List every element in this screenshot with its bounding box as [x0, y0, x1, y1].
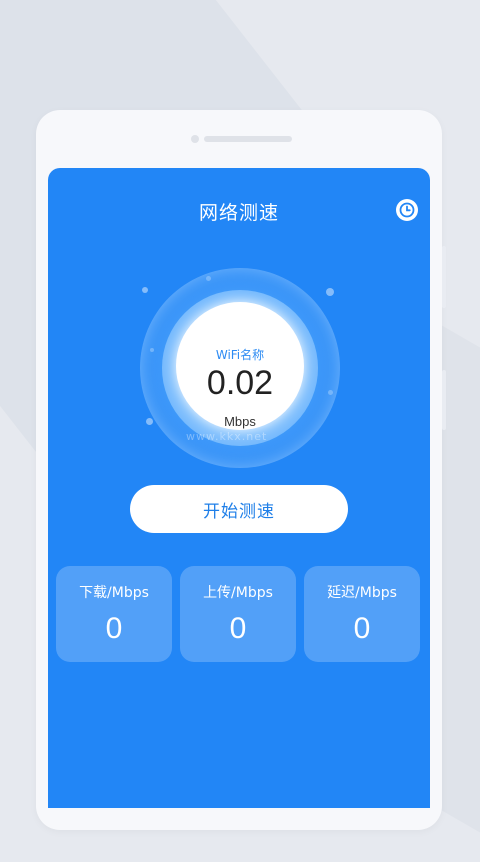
app-screen: 网络测速 WiFi名称 0.02 Mbps www.kkx.net 开始测速 下…	[48, 168, 430, 808]
speaker-grill	[204, 136, 292, 142]
stat-label: 延迟/Mbps	[327, 585, 397, 601]
page-title: 网络测速	[198, 202, 279, 224]
history-button[interactable]	[396, 199, 418, 221]
stat-value: 0	[353, 612, 371, 645]
gauge-core: WiFi名称 0.02 Mbps	[176, 302, 304, 430]
camera-dot	[191, 135, 199, 143]
stat-upload: 上传/Mbps 0	[180, 566, 296, 662]
stat-value: 0	[105, 612, 123, 645]
stat-label: 下载/Mbps	[79, 585, 149, 601]
watermark: www.kkx.net	[186, 430, 268, 443]
stat-label: 上传/Mbps	[203, 585, 273, 601]
stat-latency: 延迟/Mbps 0	[304, 566, 420, 662]
phone-side-button	[442, 370, 446, 430]
clock-icon	[399, 202, 415, 218]
phone-side-button	[442, 246, 446, 308]
speed-unit: Mbps	[224, 414, 256, 429]
stat-value: 0	[229, 612, 247, 645]
wifi-name: WiFi名称	[215, 348, 265, 362]
start-test-button[interactable]: 开始测速	[130, 485, 348, 533]
stat-download: 下载/Mbps 0	[56, 566, 172, 662]
speed-value: 0.02	[206, 364, 274, 402]
